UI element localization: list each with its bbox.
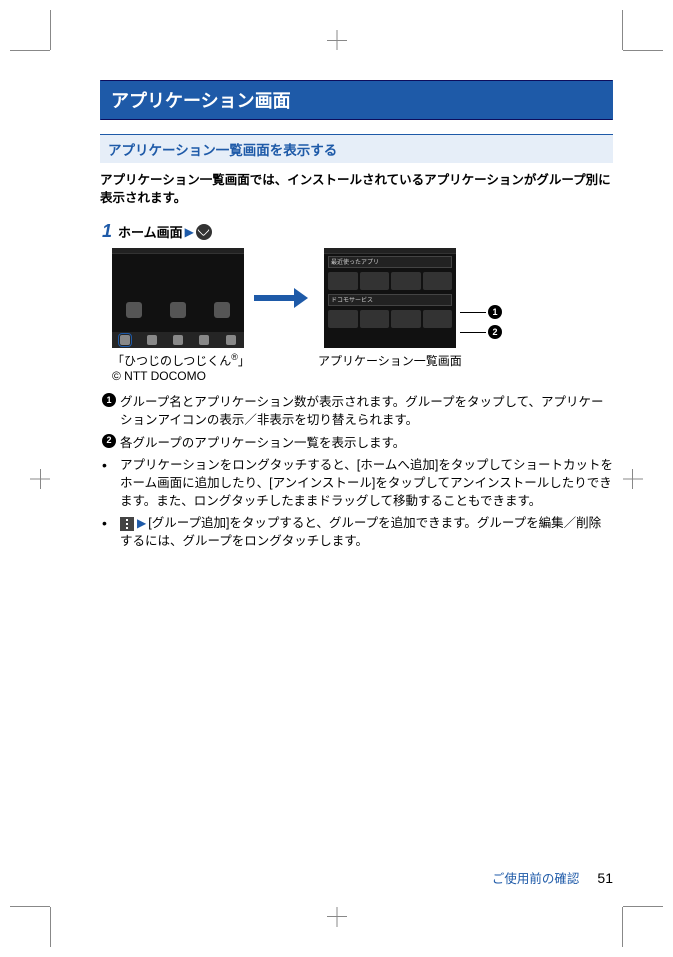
note-marker: 1 <box>102 393 120 429</box>
app-icon <box>423 272 453 290</box>
footer-page-number: 51 <box>597 870 613 886</box>
statusbar <box>112 248 244 254</box>
bullet-marker: • <box>102 514 120 551</box>
note-marker: 2 <box>102 434 120 452</box>
app-icon <box>423 310 453 328</box>
registered-mark: ® <box>231 352 238 362</box>
bullet-text-inner: [グループ追加]をタップすると、グループを追加できます。グループを編集／削除する… <box>120 516 601 548</box>
menu-icon <box>120 517 134 531</box>
screenshot-app-list: 最近使ったアプリ ドコモサービス <box>324 248 456 348</box>
app-icon <box>391 272 421 290</box>
app-icon <box>328 272 358 290</box>
bullet-text: ▶[グループ追加]をタップすると、グループを追加できます。グループを編集／削除す… <box>120 514 613 551</box>
crop-mark <box>40 469 41 489</box>
dock-icon <box>173 335 183 345</box>
bullet-marker: • <box>102 456 120 510</box>
arrow-icon: ▶ <box>185 225 194 239</box>
app-drawer-icon <box>196 224 212 240</box>
screenshot-captions: 「ひつじのしつじくん®」 © NTT DOCOMO アプリケーション一覧画面 <box>112 352 613 383</box>
callout-number-1: 1 <box>488 305 502 319</box>
callout-line <box>460 312 486 313</box>
app-icon <box>126 302 142 318</box>
app-grid <box>324 308 456 330</box>
notes-list: 1 グループ名とアプリケーション数が表示されます。グループをタップして、アプリケ… <box>102 393 613 550</box>
arrow-icon <box>254 288 314 308</box>
page-content: アプリケーション画面 アプリケーション一覧画面を表示する アプリケーション一覧画… <box>0 0 673 595</box>
arrow-icon: ▶ <box>137 515 146 532</box>
statusbar <box>324 248 456 254</box>
crop-mark-bl <box>20 877 80 937</box>
screenshot-home <box>112 248 244 348</box>
app-icon <box>391 310 421 328</box>
section-heading: アプリケーション一覧画面を表示する <box>100 134 613 163</box>
caption-right: アプリケーション一覧画面 <box>318 352 488 383</box>
group-header-1: 最近使ったアプリ <box>328 256 452 268</box>
copyright-text: © NTT DOCOMO <box>112 369 206 383</box>
callout-number-2: 2 <box>488 325 502 339</box>
crop-mark <box>336 907 337 927</box>
step-1: 1 ホーム画面 ▶ <box>102 221 613 242</box>
callout-line <box>460 332 486 333</box>
app-icon <box>360 310 390 328</box>
group-header-2: ドコモサービス <box>328 294 452 306</box>
intro-text: アプリケーション一覧画面では、インストールされているアプリケーションがグループ別… <box>100 171 613 207</box>
app-row <box>112 294 244 318</box>
step-text: ホーム画面 <box>118 222 183 241</box>
page-title: アプリケーション画面 <box>100 80 613 120</box>
bullet-text: アプリケーションをロングタッチすると、[ホームへ追加]をタップしてショートカット… <box>120 456 613 510</box>
page-footer: ご使用前の確認 51 <box>492 868 613 887</box>
bullet-1: • アプリケーションをロングタッチすると、[ホームへ追加]をタップしてショートカ… <box>102 456 613 510</box>
note-text: 各グループのアプリケーション一覧を表示します。 <box>120 434 613 452</box>
dock-icon <box>147 335 157 345</box>
crop-mark <box>336 30 337 50</box>
crop-mark <box>623 478 643 479</box>
caption-left: 「ひつじのしつじくん®」 © NTT DOCOMO <box>112 352 260 383</box>
footer-chapter: ご使用前の確認 <box>492 868 580 887</box>
caption-text: 」 <box>238 354 250 368</box>
dock-icon <box>120 335 130 345</box>
step-number: 1 <box>102 221 112 242</box>
note-1: 1 グループ名とアプリケーション数が表示されます。グループをタップして、アプリケ… <box>102 393 613 429</box>
crop-mark-tr <box>593 20 653 80</box>
crop-mark <box>632 469 633 489</box>
app-grid <box>324 270 456 292</box>
dock-icon <box>226 335 236 345</box>
dock-icon <box>199 335 209 345</box>
note-2: 2 各グループのアプリケーション一覧を表示します。 <box>102 434 613 452</box>
app-icon <box>360 272 390 290</box>
bullet-2: • ▶[グループ追加]をタップすると、グループを追加できます。グループを編集／削… <box>102 514 613 551</box>
dock <box>112 332 244 348</box>
app-icon <box>328 310 358 328</box>
app-icon <box>170 302 186 318</box>
crop-mark-tl <box>20 20 80 80</box>
screenshot-row: 最近使ったアプリ ドコモサービス 1 2 <box>112 248 613 348</box>
caption-text: 「ひつじのしつじくん <box>112 354 231 368</box>
app-icon <box>214 302 230 318</box>
note-text: グループ名とアプリケーション数が表示されます。グループをタップして、アプリケーシ… <box>120 393 613 429</box>
